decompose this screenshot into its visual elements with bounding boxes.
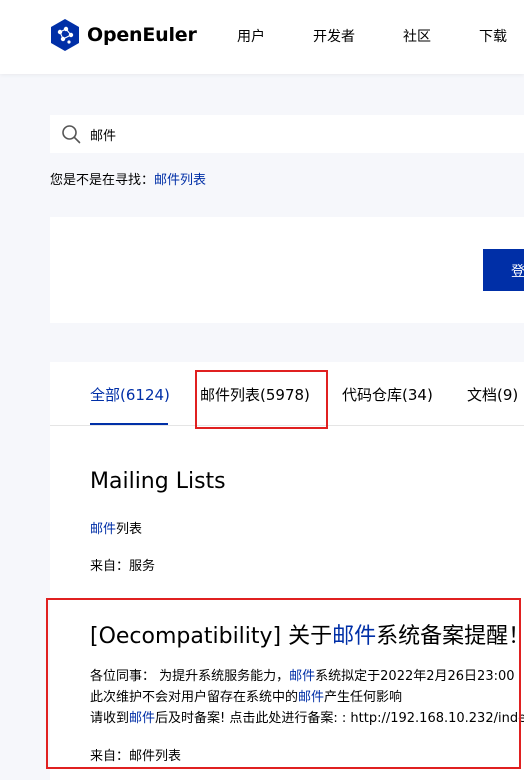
did-you-mean: 您是不是在寻找：邮件列表	[50, 169, 206, 188]
openeuler-logo-icon	[51, 19, 79, 51]
search-icon	[62, 125, 81, 144]
annotation-box-result	[46, 598, 521, 769]
search-input[interactable]: 邮件	[50, 115, 524, 153]
result-title[interactable]: Mailing Lists	[90, 469, 226, 494]
tab-code-repos[interactable]: 代码仓库(34)	[342, 384, 433, 405]
brand-logo[interactable]: OpenEuler	[49, 18, 197, 52]
top-header: OpenEuler 用户 开发者 社区 下载	[0, 0, 524, 74]
nav-item-developers[interactable]: 开发者	[313, 26, 355, 46]
search-value: 邮件	[90, 129, 117, 144]
brand-name: OpenEuler	[87, 24, 197, 46]
active-tab-indicator	[90, 423, 168, 425]
tab-docs[interactable]: 文档(9)	[467, 384, 518, 405]
login-card: 登	[50, 217, 524, 323]
nav-item-download[interactable]: 下载	[479, 26, 507, 46]
did-you-mean-link[interactable]: 邮件列表	[154, 173, 206, 188]
result-source: 来自：服务	[90, 559, 156, 574]
nav-item-users[interactable]: 用户	[237, 26, 265, 46]
result-description: 邮件列表	[90, 518, 142, 537]
results-panel: 全部(6124) 邮件列表(5978) 代码仓库(34) 文档(9) Maili…	[46, 362, 524, 780]
annotation-box-tab	[195, 370, 328, 429]
result-tabs: 全部(6124) 邮件列表(5978) 代码仓库(34) 文档(9)	[50, 362, 524, 429]
keyword-highlight: 邮件	[90, 522, 117, 537]
did-you-mean-label: 您是不是在寻找：	[50, 173, 155, 188]
nav-item-community[interactable]: 社区	[403, 26, 431, 46]
tab-all[interactable]: 全部(6124)	[90, 384, 170, 405]
login-button[interactable]: 登	[483, 249, 524, 291]
result-description-text: 列表	[116, 522, 143, 537]
